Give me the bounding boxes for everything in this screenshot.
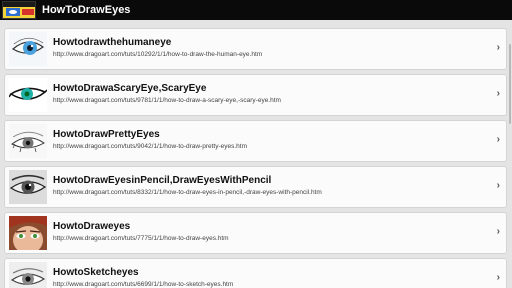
chevron-right-icon: › [496,88,500,99]
chevron-right-icon: › [496,180,500,191]
item-url: http://www.dragoart.com/tuts/8332/1/1/ho… [53,189,322,196]
chevron-right-icon: › [496,226,500,237]
item-title: HowtoDrawEyesinPencil,DrawEyesWithPencil [53,175,272,186]
list-item[interactable]: HowtoDrawaScaryEye,ScaryEye http://www.d… [4,74,507,116]
item-title: HowtoDrawPrettyEyes [53,129,160,140]
app-title: HowToDrawEyes [42,4,131,16]
eye-sketch-icon [9,124,47,158]
list-item[interactable]: HowtoDrawEyesinPencil,DrawEyesWithPencil… [4,166,507,208]
list-item[interactable]: HowtoDraweyes http://www.dragoart.com/tu… [4,212,507,254]
list-item[interactable]: HowtoDrawPrettyEyes http://www.dragoart.… [4,120,507,162]
eye-gray-icon [9,262,47,288]
list-item[interactable]: Howtodrawthehumaneye http://www.dragoart… [4,28,507,70]
list-item[interactable]: HowtoSketcheyes http://www.dragoart.com/… [4,258,507,288]
item-title: Howtodrawthehumaneye [53,37,172,48]
item-url: http://www.dragoart.com/tuts/7775/1/1/ho… [53,235,229,242]
item-title: HowtoSketcheyes [53,267,139,278]
action-bar: HowToDrawEyes [0,0,512,20]
item-title: HowtoDraweyes [53,221,131,232]
chevron-right-icon: › [496,42,500,53]
face-icon [9,216,47,250]
item-url: http://www.dragoart.com/tuts/9781/1/1/ho… [53,97,281,104]
item-url: http://www.dragoart.com/tuts/9042/1/1/ho… [53,143,248,150]
item-url: http://www.dragoart.com/tuts/6699/1/1/ho… [53,281,234,288]
app-logo-icon[interactable] [2,1,36,19]
tutorial-list[interactable]: Howtodrawthehumaneye http://www.dragoart… [0,20,512,288]
eye-blue-icon [9,32,47,66]
eye-teal-icon [9,78,47,112]
scrollbar[interactable] [509,44,511,124]
chevron-right-icon: › [496,272,500,283]
chevron-right-icon: › [496,134,500,145]
eye-pencil-icon [9,170,47,204]
item-title: HowtoDrawaScaryEye,ScaryEye [53,83,207,94]
item-url: http://www.dragoart.com/tuts/10292/1/1/h… [53,51,263,58]
